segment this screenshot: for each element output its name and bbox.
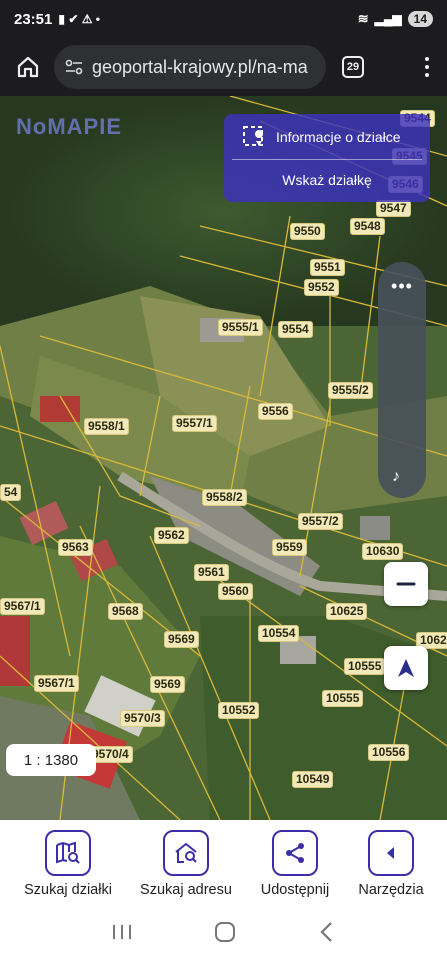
share-icon xyxy=(272,830,318,876)
browser-menu-button[interactable] xyxy=(417,57,437,77)
tools-button[interactable]: Narzędzia xyxy=(336,830,446,898)
parcel-label[interactable]: 10630 xyxy=(362,543,404,561)
parcel-label[interactable]: 10625 xyxy=(326,603,368,621)
parcel-label[interactable]: 9557/2 xyxy=(298,513,343,531)
parcel-label[interactable]: 9563 xyxy=(58,539,93,557)
parcel-label[interactable]: 9550 xyxy=(290,223,325,241)
back-icon[interactable] xyxy=(317,920,337,944)
nav-label: Narzędzia xyxy=(358,882,424,898)
search-address-button[interactable]: Szukaj adresu xyxy=(131,830,241,898)
notification-icons: ▮ ✔ ⚠ • xyxy=(58,12,100,26)
home-button[interactable] xyxy=(10,49,46,85)
parcel-label[interactable]: 9559 xyxy=(272,539,307,557)
chevron-left-icon xyxy=(368,830,414,876)
locate-me-button[interactable] xyxy=(384,646,428,690)
parcel-label[interactable]: 9552 xyxy=(304,279,339,297)
minus-icon xyxy=(396,582,416,586)
home-nav-icon[interactable] xyxy=(213,920,237,944)
home-search-icon xyxy=(163,830,209,876)
parcel-label[interactable]: 54 xyxy=(0,484,22,502)
parcel-label[interactable]: 9548 xyxy=(350,218,385,236)
parcel-label[interactable]: 10555 xyxy=(344,658,386,676)
parcel-label[interactable]: 9567/1 xyxy=(34,675,79,693)
home-icon xyxy=(17,56,39,78)
parcel-label[interactable]: 9560 xyxy=(218,583,253,601)
site-logo[interactable]: NoMAPIE xyxy=(16,114,122,140)
url-text: geoportal-krajowy.pl/na-ma xyxy=(92,56,308,77)
parcel-label[interactable]: 10555 xyxy=(322,690,364,708)
map-scale: 1 : 1380 xyxy=(6,744,96,776)
system-navigation-bar xyxy=(0,904,447,960)
parcel-info-button[interactable]: Informacje o działce xyxy=(232,114,422,160)
map-controls-panel: ••• ♪ xyxy=(378,262,426,498)
parcel-label[interactable]: 9557/1 xyxy=(172,415,217,433)
parcel-select-icon xyxy=(243,125,264,146)
nav-label: Udostępnij xyxy=(260,882,330,898)
parcel-label[interactable]: 10549 xyxy=(292,771,334,789)
battery-badge: 14 xyxy=(407,11,433,27)
parcel-label[interactable]: 9556 xyxy=(258,403,293,421)
parcel-label[interactable]: 9570/3 xyxy=(120,710,165,728)
parcel-info-panel: Informacje o działce Wskaż działkę xyxy=(224,114,430,202)
nav-label: Szukaj działki xyxy=(24,882,112,898)
browser-toolbar: geoportal-krajowy.pl/na-ma 29 xyxy=(0,38,447,96)
parcel-label[interactable]: 9554 xyxy=(278,321,313,339)
parcel-label[interactable]: 9555/2 xyxy=(328,382,373,400)
point-parcel-button[interactable]: Wskaż działkę xyxy=(224,160,430,200)
site-settings-icon[interactable] xyxy=(64,57,84,77)
music-note-icon: ♪ xyxy=(392,468,400,485)
nav-label: Szukaj adresu xyxy=(140,882,232,898)
parcel-label[interactable]: 9562 xyxy=(154,527,189,545)
clock: 23:51 xyxy=(14,10,53,28)
parcel-label[interactable]: 10556 xyxy=(368,744,410,762)
parcel-label[interactable]: 9567/1 xyxy=(0,598,45,616)
zoom-out-button[interactable] xyxy=(384,562,428,606)
parcel-label[interactable]: 9547 xyxy=(376,200,411,218)
signal-icon: ▂▄▆ xyxy=(374,12,402,26)
parcel-label[interactable]: 9569 xyxy=(150,676,185,694)
parcel-label[interactable]: 9555/1 xyxy=(218,319,263,337)
share-button[interactable]: Udostępnij xyxy=(240,830,350,898)
parcel-label[interactable]: 10554 xyxy=(258,625,300,643)
wifi-icon: ≋ xyxy=(357,11,369,26)
more-options-button[interactable]: ••• xyxy=(378,276,426,297)
parcel-label[interactable]: 9569 xyxy=(164,631,199,649)
parcel-label[interactable]: 9551 xyxy=(310,259,345,277)
tab-switcher-button[interactable]: 29 xyxy=(342,56,364,78)
bottom-navigation: Szukaj działki Szukaj adresu Udostępnij … xyxy=(0,820,447,904)
map-search-icon xyxy=(45,830,91,876)
parcel-label[interactable]: 10552 xyxy=(218,702,260,720)
parcel-info-title: Informacje o działce xyxy=(276,128,401,145)
search-parcel-button[interactable]: Szukaj działki xyxy=(13,830,123,898)
map-view[interactable]: 9544 9545 9546 9547 9550 9548 9551 9552 … xyxy=(0,96,447,820)
address-bar[interactable]: geoportal-krajowy.pl/na-ma xyxy=(54,45,326,89)
parcel-label[interactable]: 9558/2 xyxy=(202,489,247,507)
navigation-arrow-icon xyxy=(398,659,414,677)
recent-apps-icon[interactable] xyxy=(110,922,134,942)
status-bar: 23:51 ▮ ✔ ⚠ • ≋ ▂▄▆ 14 xyxy=(0,0,447,38)
parcel-label[interactable]: 9561 xyxy=(194,564,229,582)
parcel-label[interactable]: 9558/1 xyxy=(84,418,129,436)
parcel-label[interactable]: 9568 xyxy=(108,603,143,621)
